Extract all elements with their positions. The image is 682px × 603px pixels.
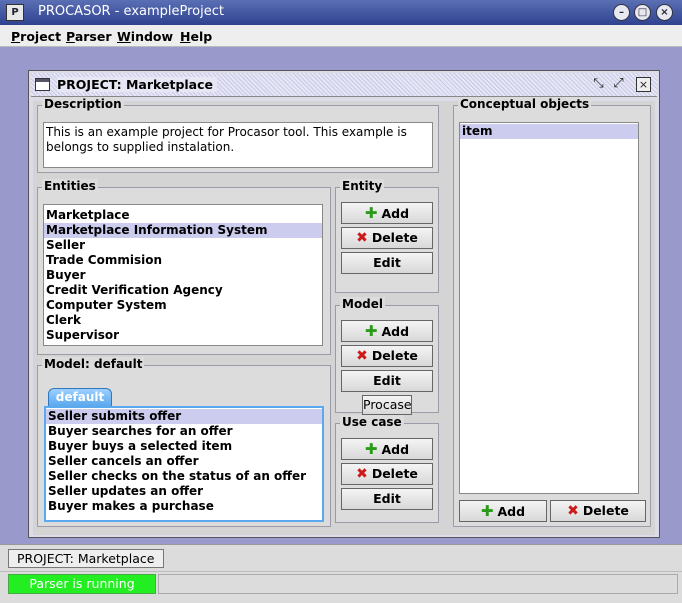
description-textarea[interactable]: This is an example project for Procasor … (43, 122, 433, 168)
close-window-button[interactable]: × (656, 4, 673, 21)
status-message: Parser is running (8, 574, 156, 594)
project-frame-title: PROJECT: Marketplace (57, 77, 217, 92)
delete-x-icon: ✖ (567, 503, 579, 519)
list-item[interactable]: Trade Commision (44, 253, 322, 268)
conceptual-delete-button[interactable]: ✖ Delete (550, 500, 646, 522)
project-frame-titlebar[interactable]: PROJECT: Marketplace ⤡ ⤢ × (31, 73, 657, 97)
menu-help[interactable]: Help (180, 29, 212, 44)
list-item[interactable]: Marketplace Information System (44, 223, 322, 238)
window-titlebar: P PROCASOR - exampleProject – □ × (0, 0, 682, 25)
menu-window[interactable]: Window (117, 29, 173, 44)
list-item[interactable]: Buyer buys a selected item (46, 439, 322, 454)
list-item[interactable]: Buyer makes a purchase (46, 499, 322, 514)
statusbar: Parser is running (0, 571, 682, 603)
list-item[interactable]: Seller (44, 238, 322, 253)
minimize-window-button[interactable]: – (613, 4, 630, 21)
description-group: Description This is an example project f… (37, 97, 439, 173)
usecase-add-button[interactable]: ✚ Add (341, 438, 433, 460)
tab-default[interactable]: default (48, 388, 112, 406)
list-item[interactable]: Clerk (44, 313, 322, 328)
usecase-edit-button[interactable]: Edit (341, 488, 433, 510)
list-item[interactable]: Buyer searches for an offer (46, 424, 322, 439)
frame-content: Description This is an example project f… (33, 97, 655, 535)
conceptual-objects-list[interactable]: item (459, 122, 639, 494)
usecase-label: Use case (340, 415, 404, 429)
procase-button[interactable]: Procase (362, 395, 412, 415)
frame-window-icon (35, 78, 50, 91)
conceptual-objects-label: Conceptual objects (458, 97, 592, 111)
entity-edit-button[interactable]: Edit (341, 252, 433, 274)
model-default-label: Model: default (42, 357, 145, 371)
maximize-frame-icon[interactable]: ⤢ (611, 77, 626, 92)
taskbar-project-button[interactable]: PROJECT: Marketplace (8, 549, 164, 568)
model-group: Model: default default Seller submits of… (37, 357, 331, 527)
plus-icon: ✚ (364, 204, 378, 222)
entities-group: Entities Marketplace Marketplace Informa… (37, 179, 331, 355)
conceptual-objects-group: Conceptual objects item ✚ Add ✖ Delete (453, 97, 651, 527)
list-item[interactable]: item (460, 124, 638, 139)
delete-x-icon: ✖ (356, 348, 368, 364)
list-item[interactable]: Seller checks on the status of an offer (46, 469, 322, 484)
iconify-icon[interactable]: ⤡ (591, 77, 606, 92)
model-label: Model (340, 297, 386, 311)
usecase-group: Use case ✚ Add ✖ Delete Edit (335, 415, 439, 523)
maximize-window-button[interactable]: □ (634, 4, 651, 21)
list-item[interactable]: Seller cancels an offer (46, 454, 322, 469)
entity-add-button[interactable]: ✚ Add (341, 202, 433, 224)
list-item[interactable]: Supervisor (44, 328, 322, 343)
entity-delete-button[interactable]: ✖ Delete (341, 227, 433, 249)
entities-list[interactable]: Marketplace Marketplace Information Syst… (43, 204, 323, 346)
list-item[interactable]: Marketplace (44, 208, 322, 223)
usecase-delete-button[interactable]: ✖ Delete (341, 463, 433, 485)
delete-x-icon: ✖ (356, 466, 368, 482)
model-delete-button[interactable]: ✖ Delete (341, 345, 433, 367)
menubar: Project Parser Window Help (0, 25, 682, 47)
plus-icon: ✚ (480, 502, 494, 520)
frame-taskbar: PROJECT: Marketplace (0, 544, 682, 571)
entity-label: Entity (340, 179, 385, 193)
list-item[interactable]: Computer System (44, 298, 322, 313)
status-empty-area (158, 574, 678, 594)
entity-group: Entity ✚ Add ✖ Delete Edit (335, 179, 439, 293)
plus-icon: ✚ (364, 322, 378, 340)
conceptual-add-button[interactable]: ✚ Add (459, 500, 547, 522)
description-label: Description (42, 97, 124, 111)
procasor-logo-icon[interactable]: P (6, 4, 24, 21)
plus-icon: ✚ (364, 440, 378, 458)
list-item[interactable]: Buyer (44, 268, 322, 283)
list-item[interactable]: Seller updates an offer (46, 484, 322, 499)
usecase-list[interactable]: Seller submits offer Buyer searches for … (44, 406, 324, 522)
delete-x-icon: ✖ (356, 230, 368, 246)
menu-parser[interactable]: Parser (66, 29, 112, 44)
model-edit-button[interactable]: Edit (341, 370, 433, 392)
project-frame: PROJECT: Marketplace ⤡ ⤢ × Description T… (28, 70, 660, 538)
list-item[interactable]: Seller submits offer (46, 409, 322, 424)
window-title: PROCASOR - exampleProject (38, 4, 224, 19)
entities-label: Entities (42, 179, 98, 193)
close-frame-icon[interactable]: × (636, 77, 651, 92)
list-item[interactable]: Credit Verification Agency (44, 283, 322, 298)
menu-project[interactable]: Project (11, 29, 61, 44)
model-buttons-group: Model ✚ Add ✖ Delete Edit Procase (335, 297, 439, 415)
description-text: This is an example project for Procasor … (46, 125, 407, 154)
model-add-button[interactable]: ✚ Add (341, 320, 433, 342)
